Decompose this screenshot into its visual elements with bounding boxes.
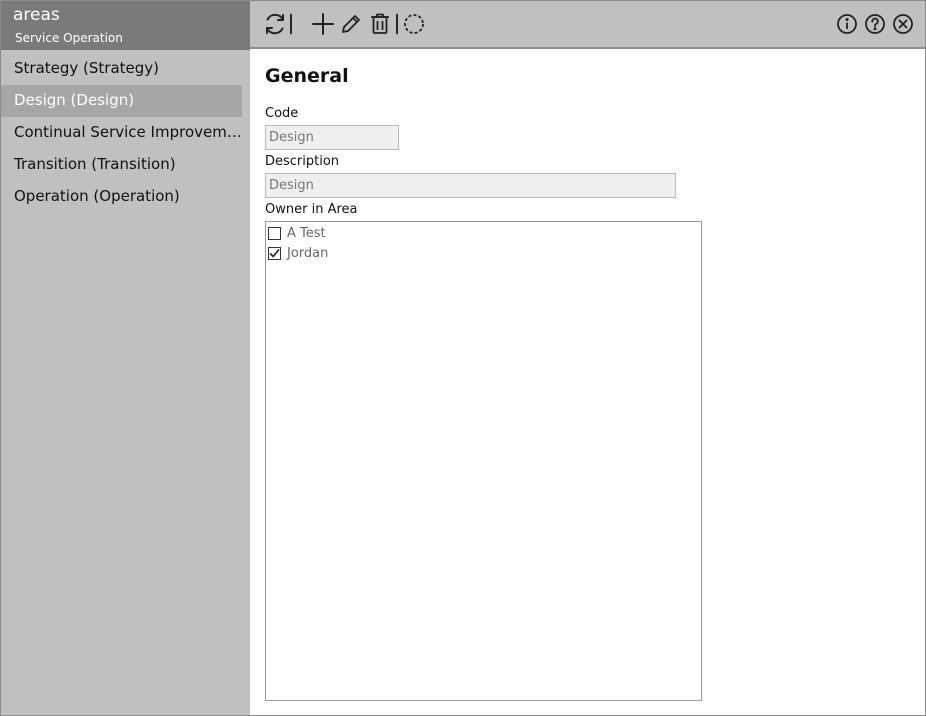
owner-list: A Test Jordan — [265, 221, 702, 701]
close-button[interactable] — [890, 11, 916, 37]
content-panel: General Code Design Description Design O… — [250, 50, 925, 715]
sidebar-item-operation[interactable]: Operation (Operation) — [1, 181, 242, 213]
sidebar-title: areas — [13, 5, 60, 25]
owner-name: A Test — [287, 225, 326, 241]
code-label: Code — [265, 106, 299, 121]
status-button[interactable] — [401, 11, 427, 37]
edit-button[interactable] — [338, 11, 364, 37]
close-icon — [893, 14, 913, 34]
description-label: Description — [265, 154, 340, 169]
info-button[interactable] — [834, 11, 860, 37]
list-item[interactable]: A Test — [268, 223, 326, 243]
section-title: General — [265, 65, 349, 87]
sidebar-item-continual-service-improvement[interactable]: Continual Service Improveme... — [1, 117, 242, 149]
sidebar-item-strategy[interactable]: Strategy (Strategy) — [1, 53, 242, 85]
owner-in-area-label: Owner in Area — [265, 202, 358, 217]
list-item[interactable]: Jordan — [268, 243, 328, 263]
add-icon — [312, 13, 334, 35]
sidebar-list: Strategy (Strategy) Design (Design) Cont… — [1, 53, 250, 213]
delete-icon — [371, 13, 389, 34]
toolbar — [250, 1, 925, 49]
sidebar: areas Service Operation Strategy (Strate… — [1, 1, 250, 715]
owner-checkbox[interactable] — [268, 246, 281, 260]
help-button[interactable] — [862, 11, 888, 37]
toolbar-separator — [396, 14, 398, 34]
sidebar-item-transition[interactable]: Transition (Transition) — [1, 149, 242, 181]
refresh-button[interactable] — [262, 11, 288, 37]
help-icon — [865, 14, 885, 34]
refresh-icon — [266, 13, 284, 35]
sidebar-subtitle: Service Operation — [15, 31, 123, 45]
owner-name: Jordan — [287, 245, 329, 261]
loading-circle-icon — [404, 14, 424, 34]
info-icon — [837, 14, 857, 34]
sidebar-item-design[interactable]: Design (Design) — [1, 85, 242, 117]
edit-icon — [342, 15, 360, 33]
code-field[interactable]: Design — [265, 125, 399, 150]
delete-button[interactable] — [367, 11, 393, 37]
description-field[interactable]: Design — [265, 173, 676, 198]
toolbar-separator — [290, 14, 292, 34]
sidebar-header: areas Service Operation — [1, 1, 250, 50]
add-button[interactable] — [310, 11, 336, 37]
checkmark-icon — [269, 248, 280, 257]
owner-checkbox[interactable] — [268, 226, 281, 240]
